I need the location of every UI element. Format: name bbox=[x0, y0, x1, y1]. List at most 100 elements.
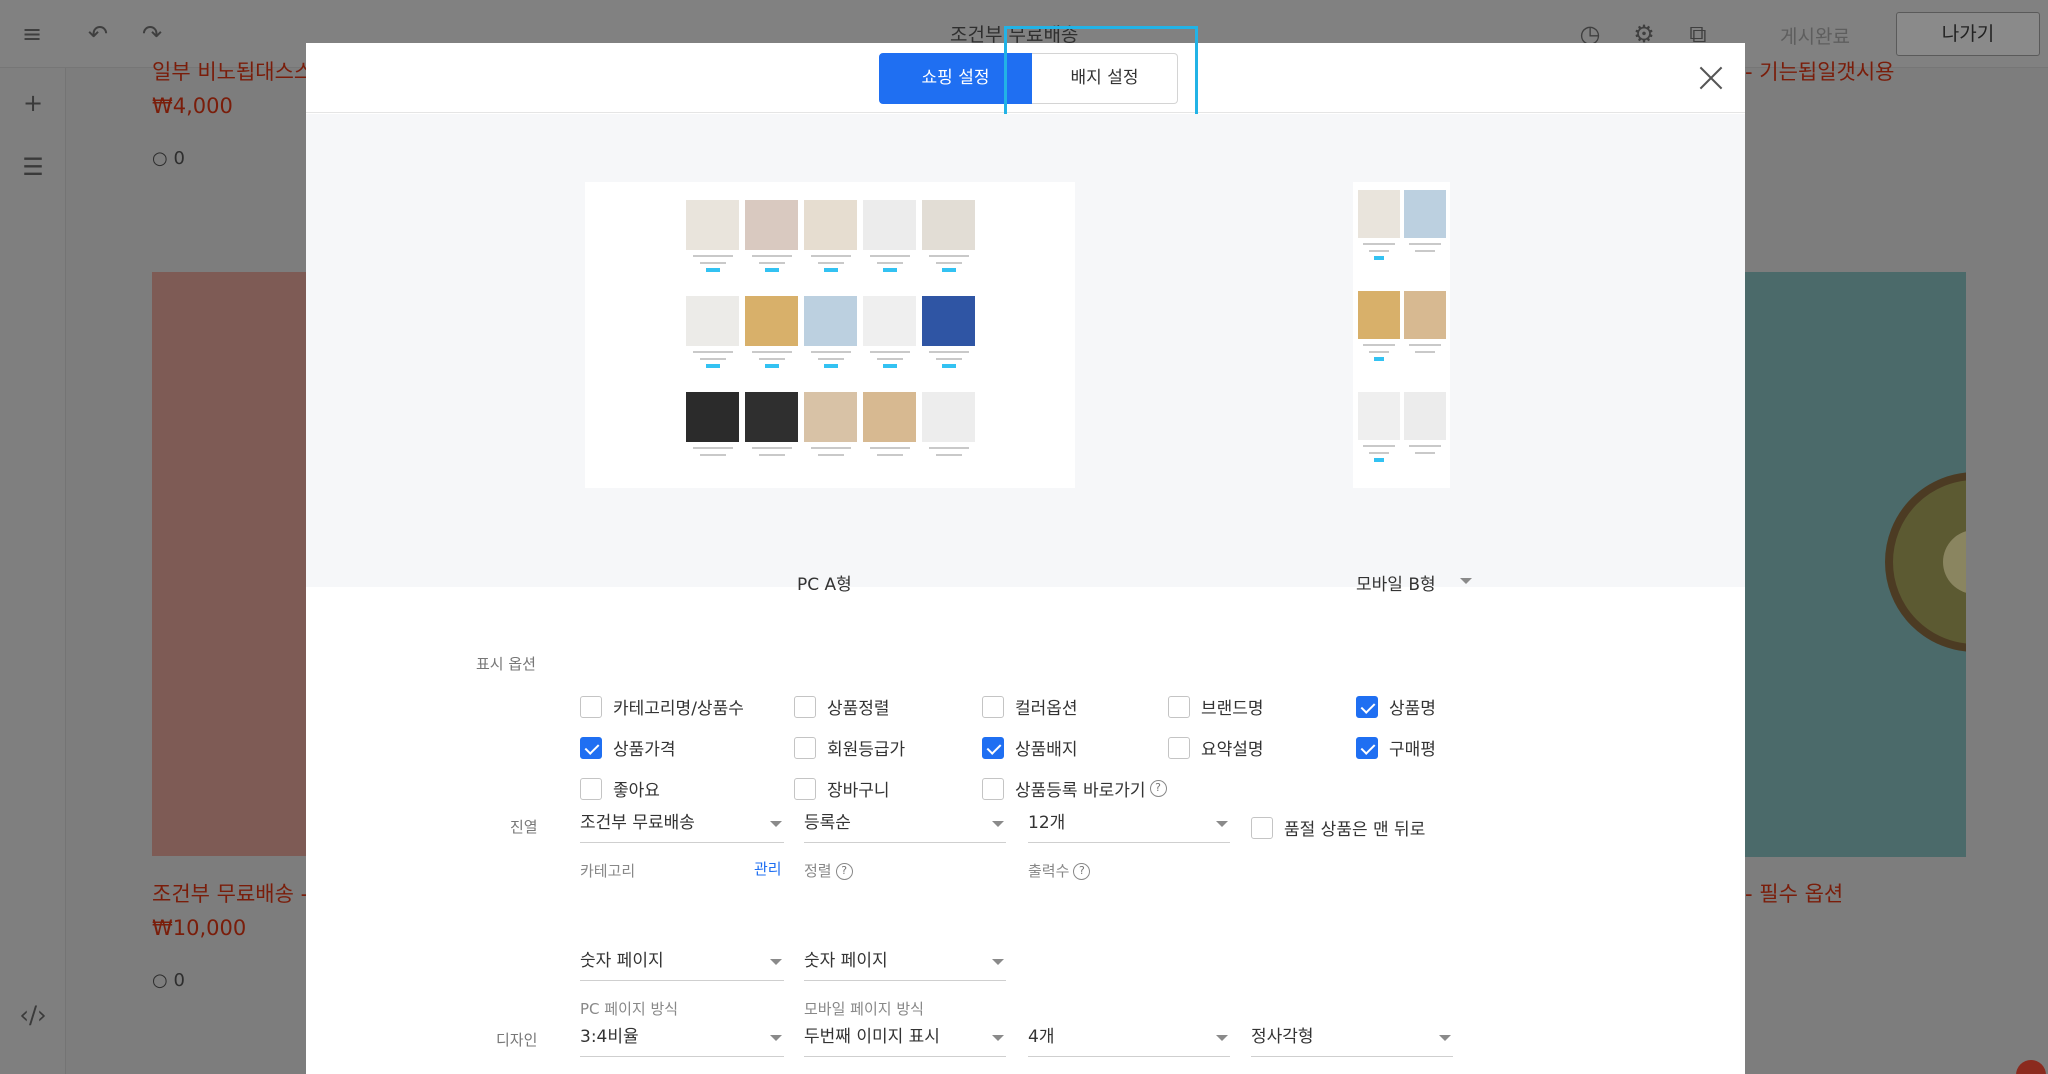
menu-icon[interactable]: ≡ bbox=[18, 20, 46, 48]
checkbox-box[interactable] bbox=[1356, 736, 1378, 759]
checkbox-box[interactable] bbox=[982, 695, 1004, 718]
option-checkbox[interactable]: 컬러옵션 bbox=[982, 694, 1078, 719]
option-label: 브랜드명 bbox=[1201, 699, 1264, 719]
help-icon[interactable]: ? bbox=[1073, 863, 1091, 880]
category-value: 조건부 무료배송 bbox=[580, 813, 695, 833]
checkbox-box[interactable] bbox=[1168, 695, 1190, 718]
thumb-product bbox=[863, 200, 916, 272]
bg-comment-count: ○ 0 bbox=[152, 970, 185, 991]
option-label: 회원등급가 bbox=[827, 740, 906, 760]
option-checkbox[interactable]: 요약설명 bbox=[1168, 735, 1264, 760]
chevron-down-icon bbox=[992, 821, 1004, 827]
sort-select[interactable]: 등록순 bbox=[804, 807, 1006, 843]
option-checkbox[interactable]: 브랜드명 bbox=[1168, 694, 1264, 719]
option-label: 상품명 bbox=[1389, 699, 1436, 719]
publish-button[interactable]: 게시완료 bbox=[1780, 22, 1850, 49]
mobile-paging-sub-label: 모바일 페이지 방식 bbox=[804, 1000, 924, 1018]
count-value: 12개 bbox=[1028, 813, 1066, 833]
option-checkbox[interactable]: 상품등록 바로가기? bbox=[982, 776, 1167, 801]
thumb-product bbox=[686, 200, 739, 272]
checkbox-box[interactable] bbox=[580, 736, 602, 759]
chevron-down-icon bbox=[992, 959, 1004, 965]
checkbox-box[interactable] bbox=[580, 777, 602, 800]
category-sub-label: 카테고리 bbox=[580, 862, 636, 880]
mobile-layout-label[interactable]: 모바일 B형 bbox=[1356, 570, 1436, 595]
notification-badge[interactable] bbox=[2016, 1060, 2046, 1074]
code-icon[interactable]: ‹/› bbox=[18, 1000, 48, 1030]
option-label: 좋아요 bbox=[613, 781, 660, 801]
option-checkbox[interactable]: 카테고리명/상품수 bbox=[580, 694, 744, 719]
option-checkbox[interactable]: 상품정렬 bbox=[794, 694, 890, 719]
kiwi-shape bbox=[1885, 472, 1966, 652]
shape-value: 정사각형 bbox=[1251, 1027, 1314, 1047]
thumb-product bbox=[1358, 190, 1400, 260]
chevron-down-icon bbox=[992, 1035, 1004, 1041]
exit-button[interactable]: 나가기 bbox=[1896, 12, 2040, 56]
close-icon[interactable] bbox=[1696, 63, 1726, 93]
help-icon[interactable]: ? bbox=[835, 863, 853, 880]
checkbox-box[interactable] bbox=[1356, 695, 1378, 718]
option-checkbox[interactable]: 좋아요 bbox=[580, 776, 660, 801]
thumb-product bbox=[686, 296, 739, 368]
thumb-product bbox=[1404, 392, 1446, 454]
tab-badge-settings[interactable]: 배지 설정 bbox=[1032, 53, 1178, 104]
thumb-product bbox=[922, 296, 975, 368]
option-checkbox[interactable]: 상품명 bbox=[1356, 694, 1436, 719]
help-icon[interactable]: ? bbox=[1149, 780, 1167, 797]
left-toolbar: + ☰ ‹/› bbox=[0, 68, 66, 1074]
mobile-paging-select[interactable]: 숫자 페이지 bbox=[804, 945, 1006, 981]
thumb-product bbox=[1358, 291, 1400, 361]
checkbox-box[interactable] bbox=[982, 736, 1004, 759]
bg-product-title: 조건부 무료배송 - bbox=[152, 882, 309, 906]
bg-product-title-right-top: - 기는됩일갯시용 bbox=[1745, 60, 1895, 84]
bg-product-image bbox=[152, 272, 308, 856]
thumb-product bbox=[1404, 190, 1446, 252]
thumb-product bbox=[922, 392, 975, 456]
option-checkbox[interactable]: 장바구니 bbox=[794, 776, 890, 801]
thumb-product bbox=[686, 392, 739, 456]
count-select[interactable]: 12개 bbox=[1028, 807, 1230, 843]
bg-product-title: 일부 비노됩대스스 bbox=[152, 60, 314, 84]
soldout-last-checkbox[interactable]: 품절 상품은 맨 뒤로 bbox=[1251, 815, 1425, 840]
redo-icon[interactable]: ↷ bbox=[138, 20, 166, 48]
shape-select[interactable]: 정사각형 bbox=[1251, 1021, 1453, 1057]
option-label: 요약설명 bbox=[1201, 740, 1264, 760]
option-checkbox[interactable]: 구매평 bbox=[1356, 735, 1436, 760]
option-checkbox[interactable]: 상품가격 bbox=[580, 735, 676, 760]
checkbox-box[interactable] bbox=[1251, 816, 1273, 839]
chevron-down-icon bbox=[770, 959, 782, 965]
mobile-paging-value: 숫자 페이지 bbox=[804, 951, 888, 971]
option-checkbox[interactable]: 상품배지 bbox=[982, 735, 1078, 760]
thumb-product bbox=[863, 392, 916, 456]
option-label: 장바구니 bbox=[827, 781, 890, 801]
layout-preview: PC A형 모바일 B형 bbox=[306, 114, 1745, 595]
sort-value: 등록순 bbox=[804, 813, 851, 833]
tab-shopping-settings[interactable]: 쇼핑 설정 bbox=[879, 53, 1032, 104]
undo-icon[interactable]: ↶ bbox=[84, 20, 112, 48]
category-manage-link[interactable]: 관리 bbox=[754, 858, 782, 879]
checkbox-box[interactable] bbox=[794, 777, 816, 800]
mobile-layout-thumbnail[interactable] bbox=[1353, 182, 1450, 488]
columns-select[interactable]: 4개 bbox=[1028, 1021, 1230, 1057]
option-checkbox[interactable]: 회원등급가 bbox=[794, 735, 905, 760]
add-icon[interactable]: + bbox=[18, 88, 48, 118]
checkbox-box[interactable] bbox=[1168, 736, 1190, 759]
layers-icon[interactable]: ☰ bbox=[18, 152, 48, 182]
pc-layout-thumbnail[interactable] bbox=[585, 182, 1075, 488]
modal-header: 쇼핑 설정 배지 설정 bbox=[306, 26, 1745, 125]
chevron-down-icon bbox=[770, 821, 782, 827]
category-select[interactable]: 조건부 무료배송 bbox=[580, 807, 784, 843]
pc-paging-value: 숫자 페이지 bbox=[580, 951, 664, 971]
checkbox-box[interactable] bbox=[794, 695, 816, 718]
display-options-label: 표시 옵션 bbox=[476, 655, 536, 673]
checkbox-box[interactable] bbox=[794, 736, 816, 759]
ratio-select[interactable]: 3:4비율 bbox=[580, 1021, 784, 1057]
image-display-value: 두번째 이미지 표시 bbox=[804, 1027, 940, 1047]
checkbox-box[interactable] bbox=[580, 695, 602, 718]
pc-layout-label: PC A형 bbox=[797, 575, 852, 595]
image-display-select[interactable]: 두번째 이미지 표시 bbox=[804, 1021, 1006, 1057]
chevron-down-icon[interactable] bbox=[1460, 578, 1472, 584]
pc-paging-select[interactable]: 숫자 페이지 bbox=[580, 945, 784, 981]
checkbox-box[interactable] bbox=[982, 777, 1004, 800]
option-label: 상품정렬 bbox=[827, 699, 890, 719]
